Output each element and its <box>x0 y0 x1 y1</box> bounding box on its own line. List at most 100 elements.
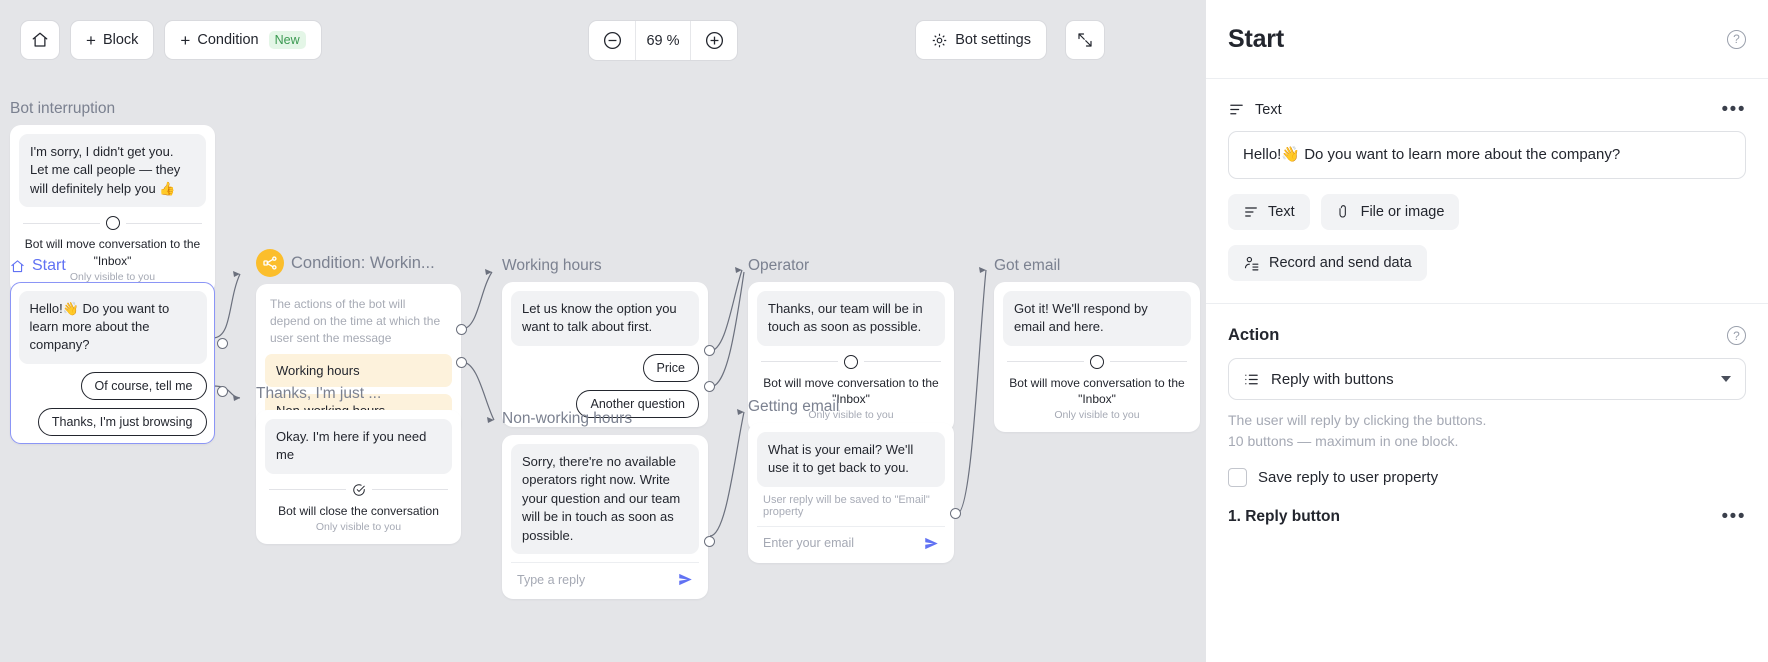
node-card[interactable]: Okay. I'm here if you need me Bot will c… <box>256 410 461 545</box>
home-button[interactable] <box>20 20 60 60</box>
add-condition-label: Condition <box>197 32 259 48</box>
node-title: Operator <box>748 257 810 274</box>
output-port[interactable] <box>704 536 715 547</box>
send-icon[interactable] <box>678 572 693 587</box>
help-icon[interactable]: ? <box>1727 29 1746 49</box>
circle-icon <box>105 216 120 231</box>
output-port[interactable] <box>217 338 228 349</box>
output-port[interactable] <box>217 386 228 397</box>
reply-button[interactable]: Thanks, I'm just browsing <box>37 407 207 436</box>
reply-row: Thanks, I'm just browsing <box>19 407 207 436</box>
output-port[interactable] <box>704 381 715 392</box>
add-condition-button[interactable]: + Condition New <box>164 20 322 60</box>
bot-message: Thanks, our team will be in touch as soo… <box>757 291 945 346</box>
record-and-send-data-button[interactable]: Record and send data <box>1228 245 1427 282</box>
text-section-label-group: Text <box>1228 101 1282 118</box>
output-port[interactable] <box>950 508 961 519</box>
node-working-hours[interactable]: Working hours Let us know the option you… <box>502 257 715 427</box>
action-type-select[interactable]: Reply with buttons <box>1228 358 1746 401</box>
reply-input-row[interactable]: Type a reply <box>511 562 699 590</box>
message-text-field[interactable]: Hello!👋 Do you want to learn more about … <box>1228 131 1746 180</box>
node-start[interactable]: Start Hello!👋 Do you want to learn more … <box>10 257 228 445</box>
circle-icon <box>1090 354 1104 369</box>
add-file-or-image-button[interactable]: File or image <box>1320 194 1460 231</box>
output-port[interactable] <box>456 357 467 368</box>
condition-branch[interactable]: Working hours <box>265 354 452 388</box>
reply-button-menu[interactable]: ••• <box>1722 507 1746 526</box>
zoom-out-button[interactable] <box>589 21 635 60</box>
node-card[interactable]: Let us know the option you want to talk … <box>502 282 708 427</box>
chevron-down-icon <box>1721 376 1731 383</box>
flow-canvas[interactable]: + Block + Condition New 69 % Bot setting… <box>0 0 1205 662</box>
bot-message: I'm sorry, I didn't get you. Let me call… <box>19 134 206 208</box>
reply-button[interactable]: Price <box>642 353 699 382</box>
bot-message: Got it! We'll respond by email and here. <box>1003 291 1191 346</box>
bot-settings-button[interactable]: Bot settings <box>915 20 1047 60</box>
panel-header: Start ? <box>1206 0 1768 79</box>
node-title: Working hours <box>502 257 602 274</box>
node-title: Getting email <box>748 398 840 415</box>
add-text-label: Text <box>1268 204 1295 221</box>
bot-message: Sorry, there're no available operators r… <box>511 444 699 555</box>
node-title-condition: Condition: Workin... <box>256 249 461 277</box>
node-card[interactable]: Got it! We'll respond by email and here.… <box>994 282 1200 433</box>
bot-settings-label: Bot settings <box>955 32 1031 48</box>
divider <box>757 354 945 369</box>
text-lines-icon <box>1243 204 1259 220</box>
send-icon[interactable] <box>924 536 939 551</box>
node-got-email[interactable]: Got email Got it! We'll respond by email… <box>994 257 1200 433</box>
action-heading: Action <box>1228 326 1280 345</box>
record-data-icon <box>1243 255 1260 272</box>
expand-button[interactable] <box>1065 20 1105 60</box>
note-sub: Only visible to you <box>315 521 402 534</box>
add-block-button[interactable]: + Block <box>70 20 155 60</box>
divider <box>1003 354 1191 369</box>
node-title: Got email <box>994 257 1061 274</box>
add-block-label: Block <box>102 32 139 48</box>
output-port[interactable] <box>456 324 467 335</box>
action-section-header: Action ? <box>1228 326 1746 346</box>
save-reply-checkbox[interactable] <box>1228 467 1247 487</box>
email-input-row[interactable]: Enter your email <box>757 525 945 554</box>
zoom-in-button[interactable] <box>691 21 737 60</box>
node-getting-email[interactable]: Getting email What is your email? We'll … <box>748 398 961 563</box>
email-input-placeholder: Enter your email <box>763 536 855 551</box>
condition-icon <box>256 249 284 277</box>
node-title: Thanks, I'm just ... <box>256 385 382 402</box>
reply-input-placeholder: Type a reply <box>517 572 586 587</box>
left-toolbar: + Block + Condition New <box>20 20 322 60</box>
bot-message: Okay. I'm here if you need me <box>265 419 452 474</box>
reply-button-heading: 1. Reply button <box>1228 507 1340 525</box>
text-section-label: Text <box>1255 101 1282 118</box>
divider <box>19 216 206 231</box>
text-section-menu-button[interactable]: ••• <box>1722 100 1746 119</box>
home-icon <box>10 259 25 274</box>
add-text-button[interactable]: Text <box>1228 194 1310 231</box>
output-port[interactable] <box>704 345 715 356</box>
bot-message: Hello!👋 Do you want to learn more about … <box>18 290 207 364</box>
reply-button-row: 1. Reply button ••• <box>1228 507 1746 526</box>
properties-panel: Start ? Text ••• Hello!👋 Do you want to … <box>1205 0 1768 662</box>
expand-group <box>1065 20 1105 60</box>
property-note: User reply will be saved to "Email" prop… <box>763 493 930 518</box>
new-badge: New <box>268 31 306 49</box>
add-record-row: Record and send data <box>1228 245 1746 282</box>
node-card[interactable]: What is your email? We'll use it to get … <box>748 423 954 563</box>
page-title: Start <box>1228 24 1284 53</box>
divider <box>265 483 452 497</box>
node-card[interactable]: Sorry, there're no available operators r… <box>502 435 708 600</box>
note-sub: Only visible to you <box>1054 409 1140 422</box>
note-main: Bot will close the conversation <box>278 503 439 518</box>
expand-diagonal-icon <box>1076 31 1094 49</box>
bot-settings-group: Bot settings <box>915 20 1047 60</box>
node-thanks-im-just[interactable]: Thanks, I'm just ... Okay. I'm here if y… <box>256 385 461 545</box>
reply-button[interactable]: Of course, tell me <box>80 371 207 400</box>
bot-message: What is your email? We'll use it to get … <box>757 432 945 487</box>
node-card-selected[interactable]: Hello!👋 Do you want to learn more about … <box>10 282 215 445</box>
gear-icon <box>931 32 948 49</box>
note-main: Bot will move conversation to the "Inbox… <box>1009 375 1185 407</box>
save-reply-checkbox-row[interactable]: Save reply to user property <box>1228 467 1746 487</box>
help-icon[interactable]: ? <box>1727 326 1746 346</box>
action-hint-line2: 10 buttons — maximum in one block. <box>1228 433 1459 450</box>
node-non-working-hours[interactable]: Non-working hours Sorry, there're no ava… <box>502 410 715 600</box>
